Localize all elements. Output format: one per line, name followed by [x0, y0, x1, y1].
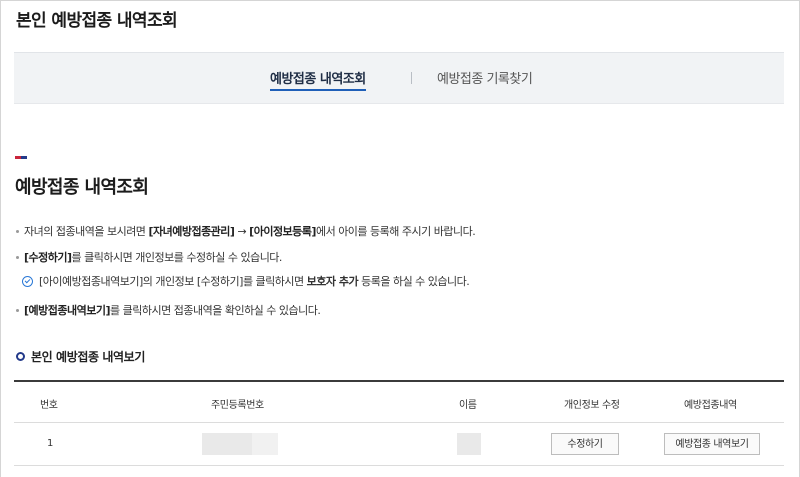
- masked-name: [457, 433, 481, 455]
- note-view-history: [예방접종내역보기]를 클릭하시면 접종내역을 확인하실 수 있습니다.: [16, 302, 321, 318]
- bullet-dot-icon: [16, 229, 19, 233]
- table-row: 1 수정하기 예방접종 내역보기: [14, 423, 784, 466]
- note-guardian-add: [아이예방접종내역보기]의 개인정보 [수정하기]를 클릭하시면 보호자 추가 …: [22, 273, 470, 289]
- row-number: 1: [47, 438, 54, 449]
- check-circle-icon: [22, 275, 33, 287]
- note-child-registration: 자녀의 접종내역을 보시려면 [자녀예방접종관리] → [아이정보등록]에서 아…: [16, 223, 476, 239]
- edit-info-button[interactable]: 수정하기: [551, 433, 619, 455]
- col-header-name: 이름: [459, 400, 477, 411]
- col-header-edit: 개인정보 수정: [564, 400, 620, 411]
- vaccination-table: 번호 주민등록번호 이름 개인정보 수정 예방접종내역 1 수정하기 예방접종 …: [14, 380, 784, 466]
- view-vaccination-history-button[interactable]: 예방접종 내역보기: [664, 433, 760, 455]
- circle-outline-icon: [16, 352, 25, 361]
- tab-divider: [411, 72, 412, 84]
- masked-rrn: [202, 433, 252, 455]
- col-header-history: 예방접종내역: [684, 400, 737, 411]
- section-title: 예방접종 내역조회: [15, 177, 149, 198]
- tab-bar: 예방접종 내역조회 예방접종 기록찾기: [14, 52, 784, 104]
- note-edit-info: [수정하기]를 클릭하시면 개인정보를 수정하실 수 있습니다.: [16, 249, 282, 265]
- col-header-rrn: 주민등록번호: [211, 400, 264, 411]
- col-header-number: 번호: [40, 400, 58, 411]
- section-accent-mark: [15, 156, 27, 159]
- subsection-title: 본인 예방접종 내역보기: [16, 348, 145, 365]
- masked-rrn-tail: [252, 433, 278, 455]
- tab-find-records[interactable]: 예방접종 기록찾기: [437, 68, 533, 87]
- table-header: 번호 주민등록번호 이름 개인정보 수정 예방접종내역: [14, 382, 784, 423]
- tab-vaccination-history[interactable]: 예방접종 내역조회: [270, 68, 366, 91]
- bullet-dot-icon: [16, 308, 19, 312]
- bullet-dot-icon: [16, 255, 19, 259]
- page-title: 본인 예방접종 내역조회: [16, 11, 178, 31]
